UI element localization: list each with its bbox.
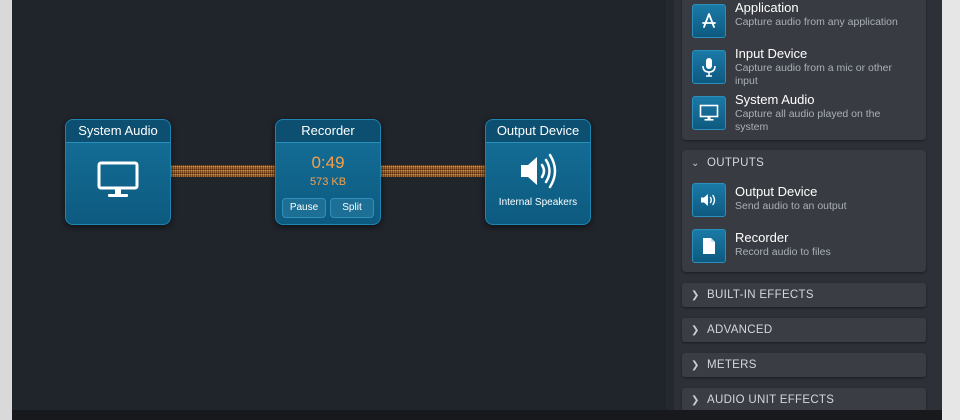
- chevron-down-icon: ⌄: [691, 158, 700, 169]
- outputs-group: ⌄ OUTPUTS Output Device Send audio to an …: [682, 150, 926, 272]
- cable-recorder-to-output[interactable]: [379, 165, 485, 177]
- bottom-bar: [12, 410, 942, 420]
- node-title: System Audio: [66, 120, 170, 143]
- section-audio-unit-effects[interactable]: ❯ AUDIO UNIT EFFECTS: [682, 388, 926, 412]
- section-label: BUILT-IN EFFECTS: [707, 289, 814, 301]
- source-item-title: Input Device: [735, 46, 808, 61]
- source-item-title: System Audio: [735, 92, 815, 107]
- chevron-right-icon: ❯: [691, 290, 700, 301]
- node-title: Recorder: [276, 120, 380, 143]
- output-device-name: Internal Speakers: [498, 197, 578, 208]
- output-item-output-device[interactable]: Output Device Send audio to an output: [682, 182, 926, 228]
- output-item-title: Output Device: [735, 184, 818, 199]
- source-item-title: Application: [735, 0, 799, 15]
- source-item-desc: Capture audio from any application: [735, 16, 898, 28]
- output-item-desc: Send audio to an output: [735, 200, 847, 212]
- app-store-icon: [692, 4, 726, 38]
- window-edge-right: [942, 0, 960, 420]
- source-item-input-device[interactable]: Input Device Capture audio from a mic or…: [682, 46, 926, 92]
- node-recorder[interactable]: Recorder 0:49 573 KB Pause Split: [275, 119, 381, 225]
- speaker-icon: [692, 183, 726, 217]
- monitor-icon: [692, 96, 726, 130]
- sources-group: Application Capture audio from any appli…: [682, 0, 926, 140]
- recording-size: 573 KB: [309, 176, 347, 188]
- output-item-title: Recorder: [735, 230, 789, 245]
- section-label: ADVANCED: [707, 324, 773, 336]
- monitor-icon: [97, 161, 139, 197]
- source-item-system-audio[interactable]: System Audio Capture all audio played on…: [682, 92, 926, 138]
- recording-time: 0:49: [311, 153, 345, 172]
- speaker-icon: [521, 153, 557, 189]
- output-item-desc: Record audio to files: [735, 246, 831, 258]
- node-title: Output Device: [486, 120, 590, 143]
- output-item-recorder[interactable]: Recorder Record audio to files: [682, 228, 926, 274]
- node-output-device[interactable]: Output Device Internal Speakers: [485, 119, 591, 225]
- section-label: METERS: [707, 359, 757, 371]
- source-item-desc: Capture all audio played on the system: [735, 108, 881, 133]
- split-button[interactable]: Split: [330, 198, 374, 218]
- pipeline-canvas[interactable]: System Audio Recorder 0:49 573 KB Pause …: [12, 0, 666, 410]
- outputs-header[interactable]: ⌄ OUTPUTS: [682, 154, 764, 172]
- chevron-right-icon: ❯: [691, 325, 700, 336]
- cable-system-to-recorder[interactable]: [169, 165, 275, 177]
- microphone-icon: [692, 50, 726, 84]
- section-advanced[interactable]: ❯ ADVANCED: [682, 318, 926, 342]
- section-built-in-effects[interactable]: ❯ BUILT-IN EFFECTS: [682, 283, 926, 307]
- section-meters[interactable]: ❯ METERS: [682, 353, 926, 377]
- window-edge-left: [0, 0, 12, 420]
- chevron-right-icon: ❯: [691, 360, 700, 371]
- node-system-audio[interactable]: System Audio: [65, 119, 171, 225]
- source-item-desc: Capture audio from a mic or other input: [735, 62, 892, 87]
- source-item-application[interactable]: Application Capture audio from any appli…: [682, 0, 926, 46]
- outputs-header-label: OUTPUTS: [707, 157, 765, 169]
- library-sidebar: Application Capture audio from any appli…: [674, 0, 942, 412]
- pause-button[interactable]: Pause: [282, 198, 326, 218]
- pane-divider[interactable]: [666, 0, 674, 410]
- section-label: AUDIO UNIT EFFECTS: [707, 394, 835, 406]
- file-icon: [692, 229, 726, 263]
